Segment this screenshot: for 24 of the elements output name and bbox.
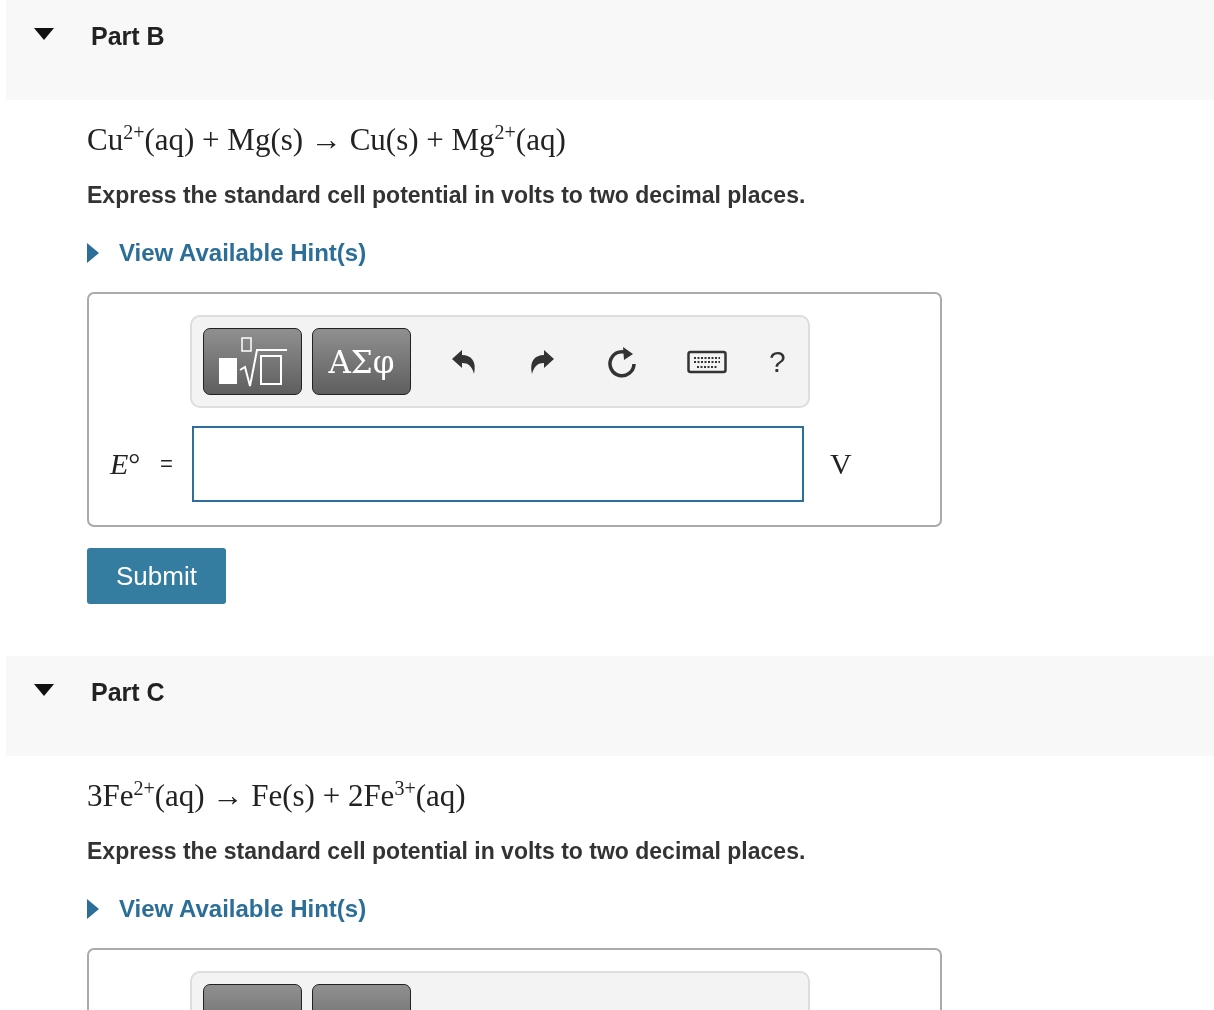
symbols-button[interactable]: ΑΣφ (312, 328, 411, 395)
hint-link[interactable]: View Available Hint(s) (119, 239, 367, 267)
part-header[interactable]: Part C (6, 656, 1214, 756)
keyboard-icon[interactable] (687, 349, 727, 374)
collapse-triangle-icon[interactable] (34, 684, 54, 696)
instruction: Express the standard cell potential in volts to two decimal places. (87, 182, 807, 209)
hint-link[interactable]: View Available Hint(s) (119, 895, 367, 923)
hint-triangle-icon[interactable] (87, 899, 99, 919)
part-header[interactable]: Part B (6, 0, 1214, 100)
submit-button[interactable]: Submit (87, 548, 226, 604)
variable-label: E° (110, 447, 142, 481)
hint-triangle-icon[interactable] (87, 243, 99, 263)
reset-icon[interactable] (605, 344, 639, 379)
equation: Cu$^{2+}$(aq) + Mg(s) → Cu(s) + Mg$^{2+}$(aq) (87, 120, 567, 159)
collapse-triangle-icon[interactable] (34, 28, 54, 40)
answer-field[interactable] (192, 426, 804, 502)
instruction: Express the standard cell potential in volts to two decimal places. (87, 838, 807, 865)
equals-sign: = (160, 451, 174, 477)
part-title: Part B (91, 22, 165, 51)
part-title: Part C (91, 678, 165, 707)
help-button[interactable]: ? (769, 344, 786, 379)
template-button[interactable] (203, 328, 302, 395)
unit-label: V (830, 447, 852, 481)
equation: 3Fe$^{2+}$(aq) → Fe(s) + 2Fe$^{3+}$(aq) (87, 776, 467, 815)
